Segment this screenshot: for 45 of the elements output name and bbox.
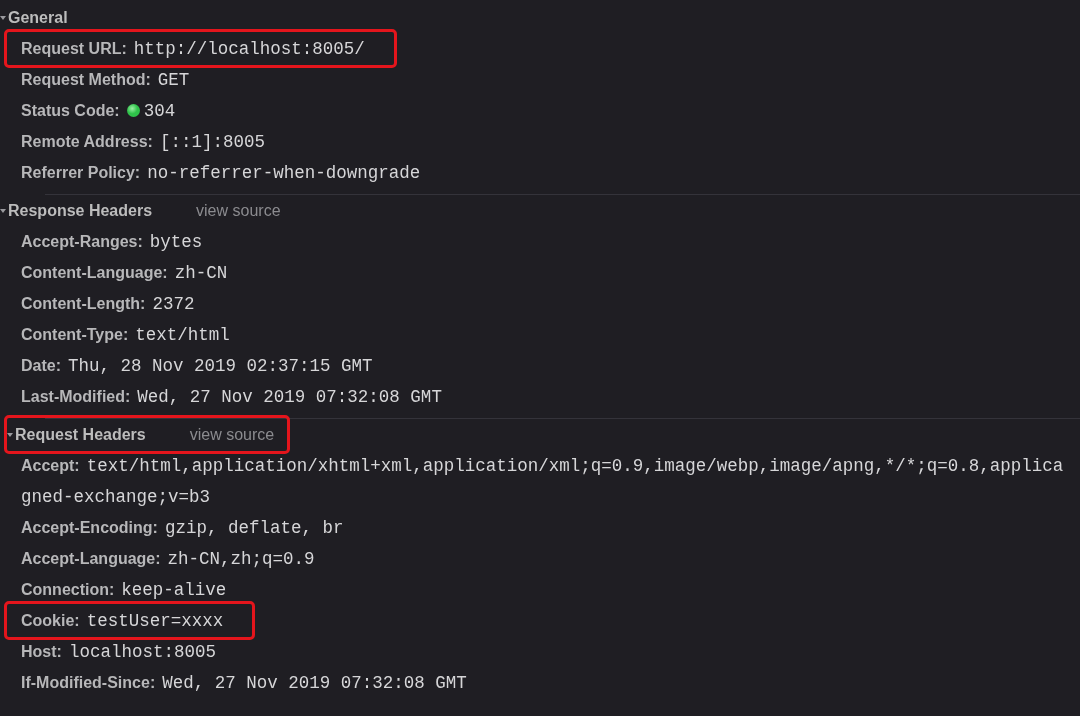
header-name: Cookie: <box>21 611 80 630</box>
header-name: Accept: <box>21 456 80 475</box>
header-value: text/html <box>135 324 230 345</box>
header-value: zh-CN <box>174 262 228 283</box>
header-value: text/html,application/xhtml+xml,application/xml;q=0.9,image/webp,image/apng,*/*;q=0.8,applica <box>86 455 1064 476</box>
section-title[interactable]: Response Headers <box>8 201 153 220</box>
header-name: Accept-Ranges: <box>21 232 143 251</box>
header-name: Content-Length: <box>21 294 146 313</box>
header-name: Request Method: <box>21 70 151 89</box>
header-value: [::1]:8005 <box>159 131 265 152</box>
header-value: keep-alive <box>121 579 227 600</box>
section-title[interactable]: General <box>8 8 68 27</box>
header-value: Thu, 28 Nov 2019 02:37:15 GMT <box>68 355 373 376</box>
header-name: Date: <box>21 356 61 375</box>
header-value: Wed, 27 Nov 2019 07:32:08 GMT <box>137 386 442 407</box>
header-name: If-Modified-Since: <box>21 673 156 692</box>
header-value: http://localhost:8005/ <box>133 38 365 59</box>
view-source-link[interactable]: view source <box>189 425 275 444</box>
section-title[interactable]: Request Headers <box>15 425 146 444</box>
header-value: Wed, 27 Nov 2019 07:32:08 GMT <box>162 672 467 693</box>
header-value: 2372 <box>152 293 195 314</box>
view-source-link[interactable]: view source <box>196 201 281 220</box>
header-value: testUser=xxxx <box>86 610 224 631</box>
header-name: Referrer Policy: <box>21 163 141 182</box>
header-name: Request URL: <box>21 39 127 58</box>
header-name: Remote Address: <box>21 132 153 151</box>
expanded-triangle-icon[interactable] <box>7 431 13 438</box>
header-value: zh-CN,zh;q=0.9 <box>167 548 315 569</box>
header-value: gzip, deflate, br <box>164 517 344 538</box>
header-name: Accept-Encoding: <box>21 518 158 537</box>
header-value: 304 <box>143 100 176 121</box>
expanded-triangle-icon[interactable] <box>0 207 6 214</box>
header-name: Host: <box>21 642 62 661</box>
header-name: Content-Language: <box>21 263 168 282</box>
header-name: Status Code: <box>21 101 120 120</box>
header-value: gned-exchange;v=b3 <box>21 486 211 507</box>
header-name: Content-Type: <box>21 325 129 344</box>
header-value: GET <box>157 69 190 90</box>
header-name: Last-Modified: <box>21 387 131 406</box>
header-value: bytes <box>149 231 203 252</box>
header-value: localhost:8005 <box>68 641 216 662</box>
header-name: Connection: <box>21 580 115 599</box>
header-value: no-referrer-when-downgrade <box>147 162 421 183</box>
expanded-triangle-icon[interactable] <box>0 14 6 21</box>
header-name: Accept-Language: <box>21 549 161 568</box>
